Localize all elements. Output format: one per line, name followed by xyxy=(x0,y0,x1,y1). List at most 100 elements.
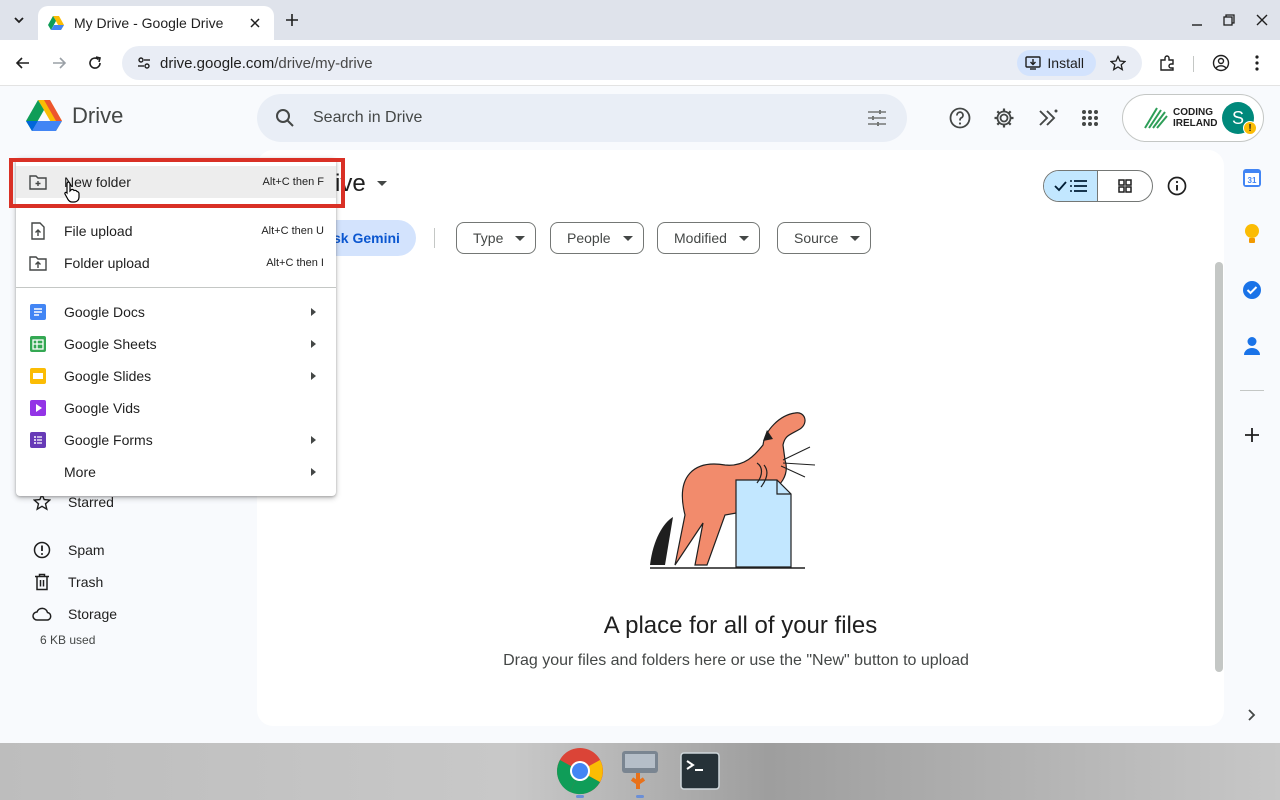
close-tab-icon[interactable] xyxy=(246,14,264,32)
org-name-line1: CODING xyxy=(1173,107,1213,118)
menu-item-label: New folder xyxy=(64,174,131,190)
browser-tab[interactable]: My Drive - Google Drive xyxy=(38,6,274,40)
caret-down-icon xyxy=(515,235,526,241)
account-switcher[interactable]: CODING IRELAND S ! xyxy=(1122,94,1264,142)
profile-icon[interactable] xyxy=(1209,51,1233,75)
apps-grid-icon[interactable] xyxy=(1078,106,1102,130)
sidebar-item-spam[interactable]: Spam xyxy=(32,536,105,564)
svg-text:31: 31 xyxy=(1248,176,1257,185)
browser-tab-bar: My Drive - Google Drive xyxy=(0,0,1280,40)
menu-item-google-forms[interactable]: Google Forms xyxy=(16,424,336,456)
empty-state-cat-illustration xyxy=(650,412,816,569)
drive-logo[interactable]: Drive xyxy=(26,100,123,132)
filter-type[interactable]: Type xyxy=(456,222,537,254)
contacts-icon[interactable] xyxy=(1240,334,1264,358)
tab-title: My Drive - Google Drive xyxy=(74,15,224,31)
menu-item-google-vids[interactable]: Google Vids xyxy=(16,392,336,424)
sidebar-item-label: Starred xyxy=(68,494,114,510)
new-tab-icon[interactable] xyxy=(282,10,302,30)
file-upload-icon xyxy=(28,221,48,241)
site-info-icon[interactable] xyxy=(134,53,154,73)
search-options-icon[interactable] xyxy=(865,106,889,130)
address-bar[interactable]: drive.google.com/drive/my-drive Install xyxy=(122,46,1142,80)
back-icon[interactable] xyxy=(11,51,35,75)
extensions-icon[interactable] xyxy=(1155,51,1179,75)
add-addon-icon[interactable] xyxy=(1240,423,1264,447)
drive-logo-icon xyxy=(26,100,62,131)
spam-icon xyxy=(32,540,52,560)
gemini-spark-icon[interactable] xyxy=(1036,106,1060,130)
info-icon[interactable] xyxy=(1165,174,1189,198)
menu-item-more[interactable]: More xyxy=(16,456,336,488)
menu-item-google-sheets[interactable]: Google Sheets xyxy=(16,328,336,360)
content-scrollbar[interactable] xyxy=(1215,262,1223,672)
settings-gear-icon[interactable] xyxy=(992,106,1016,130)
main-content: rive sk Gemini Type People Modified Sour… xyxy=(257,150,1224,726)
sidebar-item-label: Storage xyxy=(68,606,118,622)
taskbar-files-icon[interactable] xyxy=(616,747,664,798)
forms-icon xyxy=(28,430,48,450)
sidebar-item-label: Trash xyxy=(68,574,104,590)
tab-search-button[interactable] xyxy=(6,8,32,32)
submenu-arrow-icon xyxy=(311,372,316,380)
drive-favicon-icon xyxy=(48,16,64,30)
page-title[interactable]: rive xyxy=(327,170,388,198)
caret-down-icon xyxy=(376,181,387,186)
org-name-line2: IRELAND xyxy=(1173,118,1218,129)
taskbar-chrome-icon[interactable] xyxy=(556,747,604,798)
submenu-arrow-icon xyxy=(311,340,316,348)
menu-item-google-slides[interactable]: Google Slides xyxy=(16,360,336,392)
browser-menu-icon[interactable] xyxy=(1245,51,1269,75)
filter-people[interactable]: People xyxy=(550,222,644,254)
menu-item-file-upload[interactable]: File upload Alt+C then U xyxy=(16,215,336,247)
reload-icon[interactable] xyxy=(83,51,107,75)
filter-modified[interactable]: Modified xyxy=(657,222,760,254)
running-indicator xyxy=(636,795,644,798)
forward-icon[interactable] xyxy=(47,51,71,75)
view-toggle xyxy=(1043,170,1153,202)
menu-item-label: Google Docs xyxy=(64,304,145,320)
search-bar[interactable] xyxy=(257,94,907,142)
filter-source[interactable]: Source xyxy=(777,222,872,254)
hand-cursor-icon xyxy=(64,181,80,203)
expand-panel-icon[interactable] xyxy=(1240,703,1264,727)
calendar-icon[interactable]: 31 xyxy=(1240,166,1264,190)
checkmark-list-icon xyxy=(1053,180,1087,192)
docs-icon xyxy=(28,302,48,322)
minimize-icon[interactable] xyxy=(1187,10,1207,30)
sidebar-item-storage[interactable]: Storage xyxy=(32,600,117,628)
menu-item-shortcut: Alt+C then F xyxy=(262,176,324,188)
sidebar-item-trash[interactable]: Trash xyxy=(32,568,103,596)
menu-item-folder-upload[interactable]: Folder upload Alt+C then I xyxy=(16,247,336,279)
install-label: Install xyxy=(1047,55,1084,71)
org-logo-icon xyxy=(1144,107,1168,129)
menu-item-label: File upload xyxy=(64,223,133,239)
install-app-button[interactable]: Install xyxy=(1017,50,1096,76)
menu-item-google-docs[interactable]: Google Docs xyxy=(16,296,336,328)
side-panel-divider xyxy=(1240,390,1264,391)
more-spacer xyxy=(28,462,48,482)
submenu-arrow-icon xyxy=(311,468,316,476)
help-icon[interactable] xyxy=(948,106,972,130)
os-taskbar xyxy=(0,743,1280,800)
restore-icon[interactable] xyxy=(1219,10,1239,30)
list-view-button[interactable] xyxy=(1044,171,1099,201)
cloud-icon xyxy=(32,604,52,624)
search-icon[interactable] xyxy=(273,106,297,130)
grid-view-button[interactable] xyxy=(1098,171,1152,201)
filter-label: Type xyxy=(473,230,504,246)
filter-label: Modified xyxy=(674,230,727,246)
new-folder-icon xyxy=(28,172,48,192)
empty-state-subtitle: Drag your files and folders here or use … xyxy=(503,652,969,669)
search-input[interactable] xyxy=(313,109,865,127)
tasks-icon[interactable] xyxy=(1240,278,1264,302)
keep-icon[interactable] xyxy=(1240,222,1264,246)
sidebar-item-label: Spam xyxy=(68,542,105,558)
running-indicator xyxy=(576,795,584,798)
drive-header: Drive CODING IRELAND S ! xyxy=(0,86,1280,150)
close-window-icon[interactable] xyxy=(1252,10,1272,30)
taskbar-terminal-icon[interactable] xyxy=(676,747,724,795)
bookmark-star-icon[interactable] xyxy=(1106,51,1130,75)
chevron-down-icon xyxy=(14,17,24,24)
submenu-arrow-icon xyxy=(311,436,316,444)
